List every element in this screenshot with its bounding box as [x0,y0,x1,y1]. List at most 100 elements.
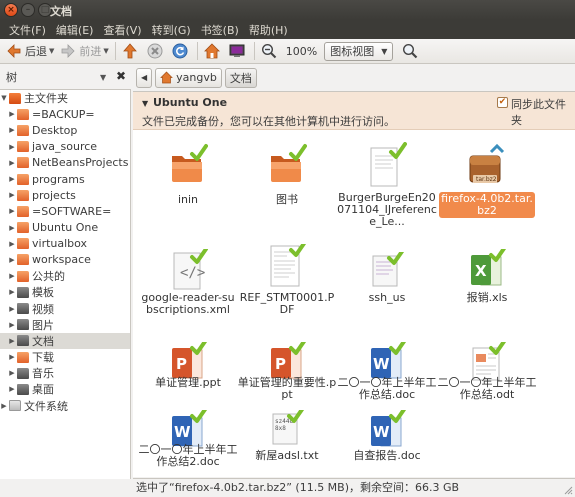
tree-item[interactable]: ▶ 模板 [0,284,130,300]
collapsed-arrow-icon[interactable]: ▶ [8,159,16,167]
collapsed-arrow-icon[interactable]: ▶ [8,143,16,151]
toolbar-separator [196,42,198,60]
stop-icon [147,43,163,59]
tree-item[interactable]: ▶ java_source [0,139,130,155]
collapsed-arrow-icon[interactable]: ▶ [8,385,16,393]
svg-text:P: P [176,355,187,373]
tree-item[interactable]: ▶ virtualbox [0,236,130,252]
collapsed-arrow-icon[interactable]: ▶ [8,369,16,377]
tree-item[interactable]: ▶ 公共的 [0,268,130,284]
menu-help[interactable]: 帮助(H) [244,22,293,38]
close-window-button[interactable]: × [4,3,18,17]
ubuntu-one-description: 文件已完成备份，您可以在其他计算机中进行访问。 [142,115,395,128]
collapsed-arrow-icon[interactable]: ▶ [8,240,16,248]
collapsed-arrow-icon[interactable]: ▶ [8,207,16,215]
forward-arrow-icon [60,43,76,59]
menu-bar: 文件(F) 编辑(E) 查看(V) 转到(G) 书签(B) 帮助(H) [0,20,575,39]
filesystem-icon [9,400,21,412]
tree-item[interactable]: ▶ 图片 [0,317,130,333]
collapsed-arrow-icon[interactable]: ▶ [8,256,16,264]
collapsed-arrow-icon[interactable]: ▶ [8,224,16,232]
svg-text:W: W [373,355,390,373]
folder-icon [17,205,29,217]
folder-icon [17,124,29,136]
tree-item-filesystem[interactable]: ▶ 文件系统 [0,398,130,414]
svg-text:8x8: 8x8 [275,425,286,432]
collapsed-arrow-icon[interactable]: ▶ [8,272,16,280]
tree-item[interactable]: ▶ Desktop [0,122,130,138]
close-side-pane-icon[interactable]: ✖ [116,69,126,83]
archive-badge: tar.bz2 [476,176,497,183]
search-button[interactable] [399,40,424,62]
menu-bookmarks[interactable]: 书签(B) [196,22,244,38]
window-controls: × – □ [4,3,52,17]
breadcrumb-current[interactable]: 文档 [224,67,257,88]
breadcrumb-home[interactable]: yangvb [155,67,222,88]
menu-edit[interactable]: 编辑(E) [51,22,99,38]
toolbar-separator [253,42,255,60]
forward-button[interactable]: 前进 ▼ [57,40,111,62]
collapsed-arrow-icon[interactable]: ▶ [8,305,16,313]
templates-folder-icon [17,286,29,298]
menu-go[interactable]: 转到(G) [147,22,196,38]
collapsed-arrow-icon[interactable]: ▶ [8,337,16,345]
collapsed-arrow-icon[interactable]: ▶ [8,191,16,199]
stop-button[interactable] [144,40,169,62]
collapsed-arrow-icon[interactable]: ▶ [8,110,16,118]
tree-item[interactable]: ▶ 桌面 [0,381,130,397]
view-mode-select[interactable]: 图标视图 ▼ [324,41,394,61]
xml-icon: </> [168,247,208,297]
menu-view[interactable]: 查看(V) [98,22,146,38]
collapsed-arrow-icon[interactable]: ▶ [8,288,16,296]
tree-item[interactable]: ▶ programs [0,171,130,187]
tree-item[interactable]: ▶ projects [0,187,130,203]
folder-icon [17,189,29,201]
tree-item[interactable]: ▶ 视频 [0,300,130,316]
collapsed-arrow-icon[interactable]: ▶ [8,175,16,183]
ubuntu-one-title: Ubuntu One [153,96,228,109]
zoom-out-button[interactable] [258,40,283,62]
sync-folder-checkbox[interactable]: ✔ [497,97,508,108]
path-left-arrow-button[interactable]: ◀ [136,67,153,88]
svg-text:P: P [275,355,286,373]
up-button[interactable] [119,40,144,62]
side-pane-type[interactable]: 树 [6,69,17,85]
tree-item[interactable]: ▶ Ubuntu One [0,220,130,236]
pdf-icon [267,240,307,292]
back-history-dropdown-icon[interactable]: ▼ [49,47,54,55]
toolbar: 后退 ▼ 前进 ▼ 100% 图标视图 ▼ [0,39,575,64]
side-pane-dropdown-icon[interactable]: ▼ [100,73,106,82]
tree-item-documents-selected[interactable]: ▶ 文档 [0,332,130,349]
collapsed-arrow-icon[interactable]: ▶ [8,353,16,361]
collapsed-arrow-icon[interactable]: ▶ [0,402,8,410]
tree-item[interactable]: ▶ =SOFTWARE= [0,203,130,219]
computer-button[interactable] [226,40,251,62]
side-pane-header: 树 ▼ ✖ [0,66,132,88]
tree-item[interactable]: ▶ 下载 [0,349,130,365]
tree-item[interactable]: ▶ workspace [0,252,130,268]
computer-icon [229,43,245,59]
chevron-left-icon: ◀ [141,73,148,82]
tree-item-home[interactable]: ▼ 主文件夹 [0,90,130,106]
folder-icon [17,173,29,185]
forward-history-dropdown-icon[interactable]: ▼ [103,47,108,55]
menu-file[interactable]: 文件(F) [4,22,51,38]
back-button[interactable]: 后退 ▼ [3,40,57,62]
sync-folder-label[interactable]: 同步此文件夹 [511,96,575,128]
resize-grip-icon[interactable] [563,485,573,495]
reload-button[interactable] [169,40,194,62]
expanded-arrow-icon[interactable]: ▼ [142,99,148,108]
minimize-window-button[interactable]: – [21,3,35,17]
search-icon [402,43,418,59]
tree-item[interactable]: ▶ NetBeansProjects [0,155,130,171]
videos-folder-icon [17,303,29,315]
zoom-out-icon [261,43,277,59]
tree-item[interactable]: ▶ 音乐 [0,365,130,381]
tree-item[interactable]: ▶ =BACKUP= [0,106,130,122]
collapsed-arrow-icon[interactable]: ▶ [8,126,16,134]
home-button[interactable] [201,40,226,62]
up-arrow-icon [122,43,138,59]
expanded-arrow-icon[interactable]: ▼ [0,94,8,102]
folder-tree: ▼ 主文件夹 ▶ =BACKUP= ▶ Desktop ▶ java_sourc… [0,89,131,479]
collapsed-arrow-icon[interactable]: ▶ [8,321,16,329]
